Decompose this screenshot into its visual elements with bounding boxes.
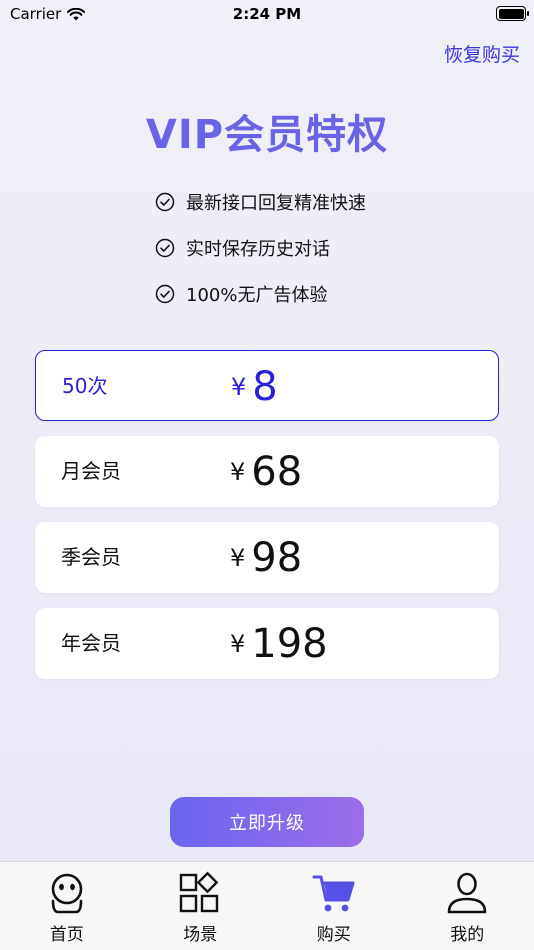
feature-item: 最新接口回复精准快速 (155, 190, 366, 214)
price-amount: 8 (252, 363, 278, 410)
tab-label: 场景 (183, 925, 218, 945)
plan-name: 季会员 (61, 545, 121, 569)
plan-price: ¥ 198 (230, 608, 328, 679)
tab-label: 我的 (450, 925, 485, 945)
plan-name: 年会员 (61, 631, 121, 655)
tab-label: 购买 (316, 925, 351, 945)
price-amount: 98 (251, 534, 303, 581)
plan-price: ¥ 98 (230, 522, 302, 593)
feature-label: 实时保存历史对话 (186, 238, 330, 260)
upgrade-now-button[interactable]: 立即升级 (170, 797, 364, 847)
status-time: 2:24 PM (232, 5, 302, 23)
price-amount: 198 (251, 620, 328, 667)
plan-option-quarterly[interactable]: 季会员 ¥ 98 (35, 522, 499, 593)
tab-bar: 首页 场景 购买 我的 (0, 861, 534, 950)
check-circle-icon (155, 284, 175, 303)
tab-purchase[interactable]: 购买 (267, 862, 401, 950)
plan-option-yearly[interactable]: 年会员 ¥ 198 (35, 608, 499, 679)
grid-icon (180, 871, 219, 913)
tab-home[interactable]: 首页 (0, 862, 134, 950)
plan-option-50-times[interactable]: 50次 ¥ 8 (35, 350, 499, 421)
currency-symbol: ¥ (231, 372, 247, 401)
cart-icon (312, 875, 355, 912)
tab-scenes[interactable]: 场景 (134, 862, 268, 950)
feature-item: 100%无广告体验 (155, 282, 366, 306)
battery-icon (496, 6, 529, 21)
plan-name: 月会员 (61, 459, 121, 483)
price-amount: 68 (251, 448, 303, 495)
plan-price: ¥ 8 (231, 351, 278, 422)
feature-label: 最新接口回复精准快速 (186, 192, 366, 214)
robot-icon (51, 873, 83, 914)
plan-price: ¥ 68 (230, 436, 302, 507)
feature-label: 100%无广告体验 (186, 284, 328, 306)
feature-list: 最新接口回复精准快速 实时保存历史对话 100%无广告体验 (155, 190, 366, 328)
currency-symbol: ¥ (230, 457, 246, 486)
tab-mine[interactable]: 我的 (401, 862, 534, 950)
check-circle-icon (155, 192, 175, 211)
check-circle-icon (155, 238, 175, 257)
feature-item: 实时保存历史对话 (155, 236, 366, 260)
status-bar: Carrier 2:24 PM (0, 0, 534, 30)
person-icon (447, 872, 487, 914)
page-title: VIP会员特权 (145, 112, 389, 158)
currency-symbol: ¥ (230, 629, 246, 658)
tab-label: 首页 (49, 925, 84, 945)
restore-purchase-link[interactable]: 恢复购买 (444, 40, 520, 67)
plan-list: 50次 ¥ 8 月会员 ¥ 68 季会员 ¥ 98 年会员 ¥ 198 (35, 350, 499, 694)
plan-name: 50次 (62, 374, 108, 398)
currency-symbol: ¥ (230, 543, 246, 572)
plan-option-monthly[interactable]: 月会员 ¥ 68 (35, 436, 499, 507)
